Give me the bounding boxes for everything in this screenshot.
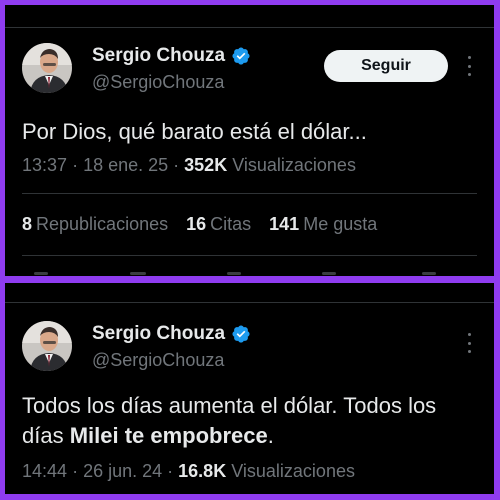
meta-separator: · (72, 155, 84, 175)
stats-divider-top (22, 193, 477, 194)
tweet-panel-bottom: Sergio Chouza @SergioChouza Todos los dí… (5, 283, 494, 494)
views-label: Visualizaciones (231, 461, 355, 481)
views-count: 352K (184, 155, 228, 175)
meta-separator: · (173, 155, 185, 175)
tweet-meta: 14:44 · 26 jun. 24 · 16.8K Visualizacion… (22, 461, 355, 482)
name-row: Sergio Chouza (92, 323, 251, 345)
handle[interactable]: @SergioChouza (92, 72, 224, 93)
quotes-label: Citas (210, 214, 252, 234)
tweet-date[interactable]: 18 ene. 25 (83, 155, 168, 175)
name-row: Sergio Chouza (92, 45, 251, 67)
likes-count: 141 (269, 214, 300, 234)
tweet-time[interactable]: 13:37 (22, 155, 67, 175)
tweet-panel-top: Sergio Chouza @SergioChouza Seguir Por D… (5, 5, 494, 276)
reposts-stat[interactable]: 8 Republicaciones (22, 214, 168, 235)
top-divider (5, 5, 494, 28)
avatar[interactable] (22, 321, 72, 371)
likes-stat[interactable]: 141 Me gusta (269, 214, 377, 235)
screenshot-frame: Sergio Chouza @SergioChouza Seguir Por D… (0, 0, 500, 500)
meta-separator: · (167, 461, 179, 481)
handle[interactable]: @SergioChouza (92, 350, 224, 371)
views-count: 16.8K (178, 461, 227, 481)
display-name[interactable]: Sergio Chouza (92, 45, 225, 67)
engagement-stats: 8 Republicaciones 16 Citas 141 Me gusta (22, 214, 377, 235)
likes-label: Me gusta (303, 214, 378, 234)
verified-badge-icon (231, 46, 251, 66)
action-bar-peek (22, 268, 482, 276)
stats-divider-bottom (22, 255, 477, 256)
tweet-text-part2: . (267, 423, 274, 448)
tweet-text: Por Dios, qué barato está el dólar... (22, 119, 367, 144)
follow-button[interactable]: Seguir (324, 50, 448, 82)
views-label: Visualizaciones (232, 155, 356, 175)
quotes-count: 16 (186, 214, 207, 234)
reposts-count: 8 (22, 214, 33, 234)
quotes-stat[interactable]: 16 Citas (186, 214, 251, 235)
tweet-date[interactable]: 26 jun. 24 (83, 461, 162, 481)
display-name[interactable]: Sergio Chouza (92, 323, 225, 345)
avatar[interactable] (22, 43, 72, 93)
tweet-text: Todos los días aumenta el dólar. Todos l… (22, 391, 482, 451)
meta-separator: · (72, 461, 84, 481)
tweet-time[interactable]: 14:44 (22, 461, 67, 481)
tweet-meta: 13:37 · 18 ene. 25 · 352K Visualizacione… (22, 155, 356, 176)
verified-badge-icon (231, 324, 251, 344)
top-divider (5, 283, 494, 303)
more-options-icon[interactable] (465, 56, 473, 76)
reposts-label: Republicaciones (36, 214, 169, 234)
tweet-text-bold: Milei te empobrece (69, 423, 268, 448)
more-options-icon[interactable] (465, 333, 473, 353)
